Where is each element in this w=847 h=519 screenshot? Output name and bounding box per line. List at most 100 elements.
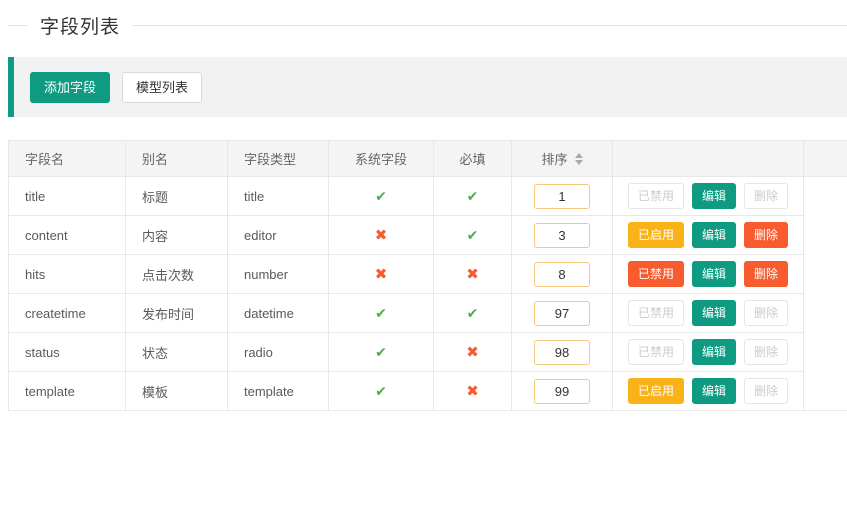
table-header-row: 字段名 别名 字段类型 系统字段 必填 排序 (9, 141, 847, 177)
sort-column-label: 排序 (541, 149, 567, 168)
field-name-cell: template (9, 372, 126, 411)
delete-button[interactable]: 删除 (744, 378, 788, 404)
edit-button[interactable]: 编辑 (692, 261, 736, 287)
cross-icon: ✖ (466, 383, 479, 400)
system-field-cell: ✔ (329, 177, 434, 216)
sort-cell (512, 372, 613, 411)
toolbar: 添加字段 模型列表 (8, 57, 847, 117)
alias-cell: 发布时间 (126, 294, 228, 333)
field-type-value: radio (244, 345, 273, 360)
sort-order-input[interactable] (534, 301, 590, 326)
column-header-extra (804, 141, 847, 177)
header-rule-left (8, 25, 28, 26)
sort-cell (512, 255, 613, 294)
field-type-value: editor (244, 228, 277, 243)
field-name-cell: status (9, 333, 126, 372)
sort-order-input[interactable] (534, 223, 590, 248)
required-cell: ✖ (434, 255, 512, 294)
system-field-cell: ✖ (329, 216, 434, 255)
field-name-cell: hits (9, 255, 126, 294)
header-rule-right (132, 25, 847, 26)
status-toggle-button[interactable]: 已禁用 (628, 339, 684, 365)
actions-cell: 已禁用编辑删除 (613, 255, 804, 294)
status-toggle-button[interactable]: 已禁用 (628, 300, 684, 326)
field-name-cell: title (9, 177, 126, 216)
sort-cell (512, 216, 613, 255)
field-name-value: hits (25, 267, 45, 282)
delete-button[interactable]: 删除 (744, 339, 788, 365)
add-field-button[interactable]: 添加字段 (30, 72, 110, 103)
field-type-cell: editor (228, 216, 329, 255)
edit-button[interactable]: 编辑 (692, 378, 736, 404)
field-name-value: content (25, 228, 68, 243)
status-toggle-button[interactable]: 已启用 (628, 378, 684, 404)
sort-order-input[interactable] (534, 184, 590, 209)
field-name-value: template (25, 384, 75, 399)
required-cell: ✖ (434, 333, 512, 372)
table-row: hits 点击次数 number ✖ ✖ 已禁用编辑删除 (9, 255, 847, 294)
required-cell: ✔ (434, 216, 512, 255)
alias-cell: 模板 (126, 372, 228, 411)
edit-button[interactable]: 编辑 (692, 300, 736, 326)
check-icon: ✔ (467, 227, 479, 243)
actions-cell: 已启用编辑删除 (613, 372, 804, 411)
delete-button[interactable]: 删除 (744, 222, 788, 248)
alias-value: 内容 (142, 229, 168, 244)
system-field-cell: ✔ (329, 294, 434, 333)
status-toggle-button[interactable]: 已启用 (628, 222, 684, 248)
cross-icon: ✖ (466, 344, 479, 361)
column-header-system-field: 系统字段 (329, 141, 434, 177)
field-type-value: template (244, 384, 294, 399)
table-body: title标题title✔✔已禁用编辑删除content内容editor✖✔已启… (9, 177, 847, 411)
page-header: 字段列表 (8, 10, 847, 40)
cross-icon: ✖ (375, 266, 388, 283)
sort-toggle-icon[interactable] (575, 153, 583, 165)
check-icon: ✔ (375, 188, 387, 204)
check-icon: ✔ (375, 344, 387, 360)
edit-button[interactable]: 编辑 (692, 183, 736, 209)
status-toggle-button[interactable]: 已禁用 (628, 261, 684, 287)
alias-cell: 内容 (126, 216, 228, 255)
alias-value: 发布时间 (142, 307, 194, 322)
empty-trailing-column (804, 177, 847, 411)
sort-order-input[interactable] (534, 340, 590, 365)
field-type-value: datetime (244, 306, 294, 321)
sort-cell (512, 177, 613, 216)
system-field-cell: ✔ (329, 372, 434, 411)
alias-value: 点击次数 (142, 268, 194, 283)
field-type-cell: template (228, 372, 329, 411)
field-name-cell: content (9, 216, 126, 255)
field-type-cell: title (228, 177, 329, 216)
page-title: 字段列表 (40, 12, 120, 39)
check-icon: ✔ (375, 383, 387, 399)
required-cell: ✖ (434, 372, 512, 411)
sort-cell (512, 333, 613, 372)
status-toggle-button[interactable]: 已禁用 (628, 183, 684, 209)
model-list-button[interactable]: 模型列表 (122, 72, 202, 103)
alias-cell: 状态 (126, 333, 228, 372)
edit-button[interactable]: 编辑 (692, 339, 736, 365)
column-header-required: 必填 (434, 141, 512, 177)
edit-button[interactable]: 编辑 (692, 222, 736, 248)
column-header-sort: 排序 (512, 141, 613, 177)
delete-button[interactable]: 删除 (744, 300, 788, 326)
delete-button[interactable]: 删除 (744, 183, 788, 209)
actions-cell: 已启用编辑删除 (613, 216, 804, 255)
required-cell: ✔ (434, 177, 512, 216)
alias-value: 标题 (142, 190, 168, 205)
sort-order-input[interactable] (534, 379, 590, 404)
field-type-cell: number (228, 255, 329, 294)
page: 字段列表 添加字段 模型列表 字段名 别名 字段类型 系统字段 必填 (0, 0, 847, 411)
required-cell: ✔ (434, 294, 512, 333)
field-name-value: status (25, 345, 60, 360)
caret-up-icon (575, 153, 583, 158)
table-row: title 标题 title ✔ ✔ 已禁用编辑删除 (9, 177, 847, 216)
sort-order-input[interactable] (534, 262, 590, 287)
cross-icon: ✖ (375, 227, 388, 244)
actions-cell: 已禁用编辑删除 (613, 333, 804, 372)
table-row: createtime发布时间datetime✔✔已禁用编辑删除 (9, 294, 847, 333)
field-table-container: 字段名 别名 字段类型 系统字段 必填 排序 (8, 140, 847, 411)
field-table: 字段名 别名 字段类型 系统字段 必填 排序 (8, 140, 847, 411)
delete-button[interactable]: 删除 (744, 261, 788, 287)
column-header-field-name: 字段名 (9, 141, 126, 177)
